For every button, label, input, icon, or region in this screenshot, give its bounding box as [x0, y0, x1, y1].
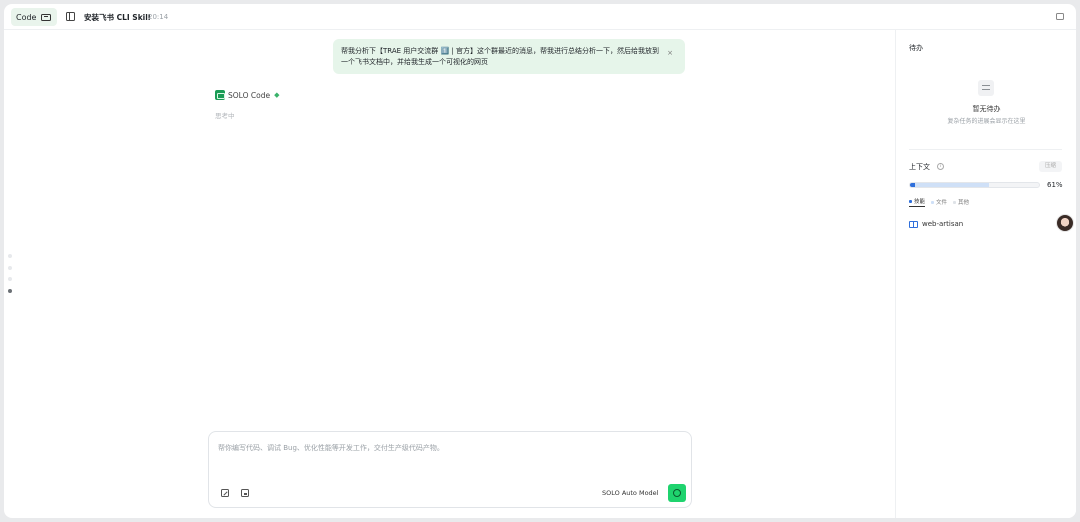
todo-title: 待办: [909, 44, 923, 52]
close-icon[interactable]: ×: [667, 48, 673, 59]
scroll-dot-active[interactable]: [8, 288, 12, 293]
scroll-indicator: [8, 254, 12, 300]
todo-empty-subtext: 复杂任务的进展会显示在这里: [947, 118, 1026, 125]
terminal-icon: [41, 13, 52, 21]
app-window: Code 安装飞书 CLI Skill 20:14 帮我分析下【TRAE 用户交…: [4, 4, 1076, 518]
edit-icon[interactable]: [221, 489, 229, 497]
scroll-dot[interactable]: [8, 254, 12, 258]
sparkle-icon: ◆: [274, 91, 280, 99]
skill-name: web-artisan: [922, 220, 964, 228]
legend-swatch: [909, 199, 912, 203]
assistant-header: SOLO Code ◆: [215, 90, 279, 100]
list-icon: [978, 80, 994, 96]
context-title: 上下文: [909, 163, 930, 171]
context-legend: 技能 文件 其他: [909, 197, 975, 207]
composer[interactable]: 帮你编写代码、调试 Bug、优化性能等开发工作，交付生产级代码产物。 SOLO …: [208, 431, 692, 508]
assistant-name: SOLO Code: [228, 90, 271, 100]
mode-label: Code: [16, 12, 37, 22]
user-message-text: 帮我分析下【TRAE 用户交流群 1️⃣ | 官方】这个群最近的消息，帮我进行总…: [341, 47, 660, 66]
sidebar-icon[interactable]: [66, 12, 75, 21]
task-time: 20:14: [148, 12, 169, 21]
info-icon[interactable]: i: [937, 163, 944, 170]
panel-toggle-icon[interactable]: [1056, 13, 1064, 20]
context-percent: 61%: [1047, 181, 1063, 189]
assistant-status: 思考中: [215, 112, 235, 120]
scroll-dot[interactable]: [8, 265, 12, 270]
skill-item[interactable]: web-artisan: [909, 220, 963, 228]
legend-label: 技能: [914, 199, 926, 205]
divider: [909, 149, 1062, 150]
model-selector[interactable]: SOLO Auto Model: [602, 489, 659, 497]
legend-swatch: [931, 200, 935, 204]
context-file-fill: [915, 183, 989, 187]
book-icon: [909, 220, 918, 228]
solo-logo-icon: [215, 90, 225, 100]
context-skill-fill: [910, 183, 915, 187]
image-upload-icon[interactable]: [241, 489, 249, 497]
context-usage-bar: [909, 182, 1040, 188]
top-bar: Code 安装飞书 CLI Skill 20:14: [4, 4, 1076, 30]
compress-button[interactable]: 压缩: [1039, 161, 1062, 172]
todo-empty-text: 暂无待办: [972, 105, 1001, 113]
legend-file[interactable]: 文件: [931, 198, 947, 206]
user-message: 帮我分析下【TRAE 用户交流群 1️⃣ | 官方】这个群最近的消息，帮我进行总…: [333, 39, 685, 74]
task-title: 安装飞书 CLI Skill: [84, 13, 151, 22]
send-button[interactable]: [668, 484, 686, 502]
avatar[interactable]: [1056, 214, 1074, 232]
legend-label: 文件: [936, 200, 948, 206]
mode-switch[interactable]: Code: [11, 8, 57, 26]
legend-swatch: [953, 200, 957, 204]
legend-other[interactable]: 其他: [953, 198, 969, 206]
legend-skill[interactable]: 技能: [909, 197, 926, 207]
legend-label: 其他: [958, 200, 970, 206]
scroll-dot[interactable]: [8, 277, 12, 281]
right-panel: 待办 暂无待办 复杂任务的进展会显示在这里 上下文 i 压缩 61% 技能 文件: [895, 30, 1076, 518]
composer-input[interactable]: 帮你编写代码、调试 Bug、优化性能等开发工作，交付生产级代码产物。: [218, 443, 444, 453]
